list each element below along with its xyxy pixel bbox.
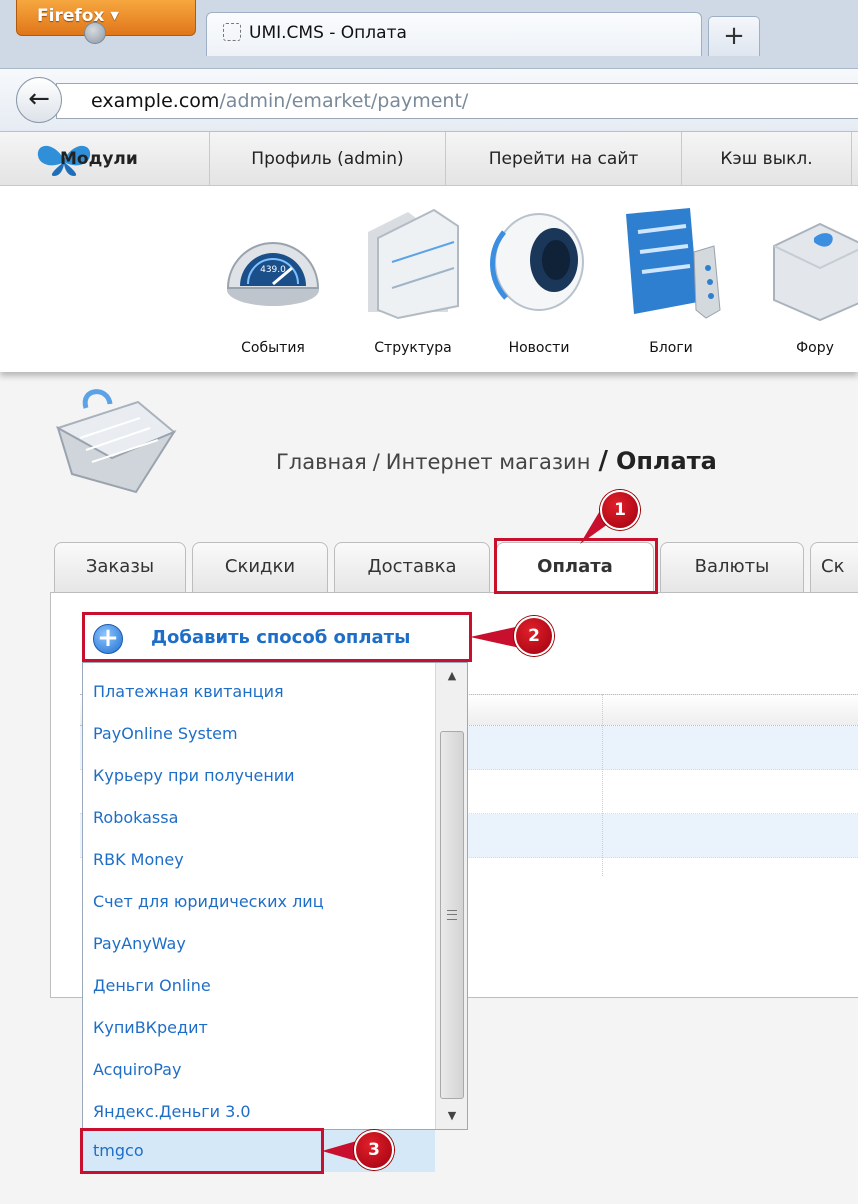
list-item[interactable]: Robokassa <box>83 797 435 839</box>
list-item[interactable]: Курьеру при получении <box>83 755 435 797</box>
module-label: Фору <box>796 340 834 356</box>
list-item[interactable]: Счет для юридических лиц <box>83 881 435 923</box>
tab-delivery[interactable]: Доставка <box>334 542 490 592</box>
svg-text:439.0: 439.0 <box>260 265 286 275</box>
callout-badge-1: 1 <box>600 490 640 530</box>
shopping-basket-icon <box>56 389 177 494</box>
scrollbar-thumb[interactable] <box>440 731 464 1099</box>
module-label: Новости <box>508 340 570 356</box>
menu-go-to-site[interactable]: Перейти на сайт <box>446 132 682 186</box>
callout-badge-2: 2 <box>514 616 554 656</box>
breadcrumb-home-link[interactable]: Главная <box>276 450 367 474</box>
callout-badge-3: 3 <box>354 1130 394 1170</box>
list-item[interactable]: PayOnline System <box>83 713 435 755</box>
new-tab-button[interactable]: + <box>708 16 760 56</box>
module-blogs[interactable]: Блоги <box>616 202 726 362</box>
tab-currencies[interactable]: Валюты <box>660 542 804 592</box>
highlight-payment-tab <box>494 538 658 594</box>
list-item[interactable]: Платежная квитанция <box>83 671 435 713</box>
column-divider <box>602 694 603 876</box>
browser-tab[interactable]: UMI.CMS - Оплата <box>206 12 702 56</box>
browser-tab-title: UMI.CMS - Оплата <box>249 23 407 43</box>
menu-profile[interactable]: Профиль (admin) <box>210 132 446 186</box>
page-title: Оплата <box>615 447 717 475</box>
plus-circle-icon: + <box>93 624 123 654</box>
tab-discounts[interactable]: Скидки <box>192 542 328 592</box>
module-events[interactable]: 439.0 События <box>218 202 328 362</box>
grip-icon <box>447 910 457 920</box>
back-arrow-icon: ← <box>28 84 50 114</box>
scroll-down-arrow-icon[interactable]: ▼ <box>436 1105 468 1127</box>
dropdown-scrollbar[interactable]: ▲ ▼ <box>435 663 467 1129</box>
back-button[interactable]: ← <box>16 77 62 123</box>
list-item[interactable]: PayAnyWay <box>83 923 435 965</box>
menu-cache-toggle[interactable]: Кэш выкл. <box>682 132 852 186</box>
navigation-bar: example.com/admin/emarket/payment/ ← <box>0 68 858 132</box>
breadcrumb-separator: / <box>598 446 608 476</box>
scroll-up-arrow-icon[interactable]: ▲ <box>436 665 468 687</box>
cms-menubar: Модули Профиль (admin) Перейти на сайт К… <box>0 132 858 186</box>
chevron-down-icon: ▼ <box>110 9 119 22</box>
module-label: События <box>241 340 305 356</box>
menu-modules[interactable]: Модули <box>0 132 210 186</box>
breadcrumb-separator: / <box>372 450 380 474</box>
url-path: /admin/emarket/payment/ <box>219 90 469 112</box>
add-payment-method-button[interactable]: + Добавить способ оплаты <box>82 612 472 662</box>
speaker-icon <box>490 213 584 311</box>
scroll-pencil-icon <box>626 208 721 319</box>
list-item[interactable]: Деньги Online <box>83 965 435 1007</box>
firefox-menu-button[interactable]: Firefox ▼ <box>16 0 196 36</box>
speedometer-icon: 439.0 <box>226 242 320 306</box>
url-domain: example.com <box>91 90 220 112</box>
payment-type-dropdown[interactable]: Платежная квитанция PayOnline System Кур… <box>82 662 468 1130</box>
list-item[interactable]: Яндекс.Деньги 3.0 <box>83 1091 435 1133</box>
module-forum[interactable]: Фору <box>760 202 858 362</box>
breadcrumb: Главная / Интернет магазин / Оплата <box>276 446 717 476</box>
folder-icon <box>368 208 459 320</box>
breadcrumb-section-link[interactable]: Интернет магазин <box>386 450 591 474</box>
callout-pointer-icon <box>470 626 520 648</box>
tab-orders[interactable]: Заказы <box>54 542 186 592</box>
module-news[interactable]: Новости <box>484 202 594 362</box>
browser-tab-strip: Firefox ▼ UMI.CMS - Оплата + <box>0 0 858 70</box>
site-identity-icon[interactable] <box>84 22 106 44</box>
module-label: Блоги <box>649 340 693 356</box>
page-favicon-icon <box>223 23 241 41</box>
add-payment-method-label: Добавить способ оплаты <box>151 627 411 648</box>
tab-more[interactable]: Ск <box>810 542 858 592</box>
highlight-tmgco-item <box>80 1128 324 1174</box>
module-structure[interactable]: Структура <box>358 202 468 362</box>
cms-top-panel: Модули Профиль (admin) Перейти на сайт К… <box>0 132 858 372</box>
list-item[interactable]: AcquiroPay <box>83 1049 435 1091</box>
forum-cube-icon <box>773 222 858 322</box>
list-item[interactable]: КупиВКредит <box>83 1007 435 1049</box>
list-item[interactable]: RBK Money <box>83 839 435 881</box>
address-bar[interactable]: example.com/admin/emarket/payment/ <box>56 83 858 119</box>
